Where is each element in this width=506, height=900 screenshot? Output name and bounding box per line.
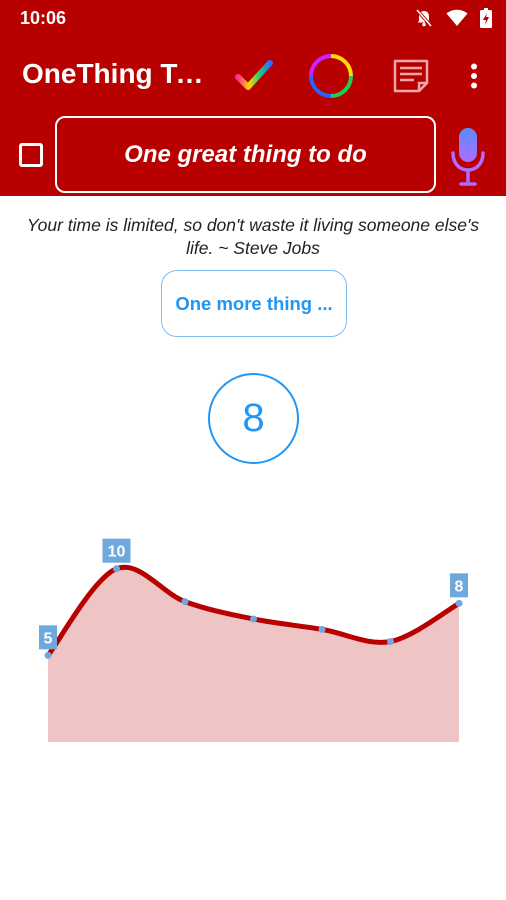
notes-icon xyxy=(393,59,429,93)
task-row: One great thing to do xyxy=(0,112,506,196)
completed-count: 8 xyxy=(208,373,299,464)
status-bar: 10:06 xyxy=(0,0,506,36)
status-icons xyxy=(414,7,492,29)
task-checkbox[interactable] xyxy=(19,143,43,167)
app-title: OneThing To... xyxy=(22,58,207,89)
quote-text: Your time is limited, so don't waste it … xyxy=(26,215,480,258)
task-input[interactable]: One great thing to do xyxy=(55,116,436,193)
status-time: 10:06 xyxy=(20,8,67,28)
chart-data-label: 10 xyxy=(102,538,131,563)
chart-area-fill xyxy=(48,567,459,742)
chart-point xyxy=(318,625,326,633)
completed-count-value: 8 xyxy=(242,396,265,440)
chart-data-label: 5 xyxy=(39,625,57,650)
microphone-icon xyxy=(451,128,485,186)
chart-point xyxy=(44,651,52,659)
svg-text:10: 10 xyxy=(108,544,126,561)
voice-input-button[interactable] xyxy=(448,126,488,188)
app-toolbar: OneThing To... xyxy=(0,40,506,110)
bell-off-icon xyxy=(415,8,433,28)
notes-button[interactable] xyxy=(387,52,435,100)
wifi-icon xyxy=(446,9,468,26)
progress-chart: 5 10 8 xyxy=(39,538,468,742)
color-picker-button[interactable] xyxy=(307,52,355,100)
chart-data-label: 8 xyxy=(450,573,468,598)
chart-point xyxy=(181,598,189,606)
one-more-thing-label: One more thing ... xyxy=(175,292,333,314)
svg-text:8: 8 xyxy=(455,578,464,595)
one-more-thing-button[interactable]: One more thing ... xyxy=(161,270,347,337)
overflow-menu-icon xyxy=(471,63,477,89)
chart-point xyxy=(250,615,257,623)
checkmark-icon xyxy=(235,60,273,90)
chart-point xyxy=(387,637,394,645)
battery-icon xyxy=(480,8,492,28)
color-ring-icon xyxy=(309,54,353,98)
chart-point xyxy=(455,599,463,607)
chart-point xyxy=(113,565,120,573)
complete-button[interactable] xyxy=(230,52,278,100)
task-input-text: One great thing to do xyxy=(124,140,367,168)
svg-text:5: 5 xyxy=(44,630,53,647)
app-header: 10:06 OneThing To... One great thing to … xyxy=(0,0,506,196)
overflow-menu-button[interactable] xyxy=(452,52,496,100)
